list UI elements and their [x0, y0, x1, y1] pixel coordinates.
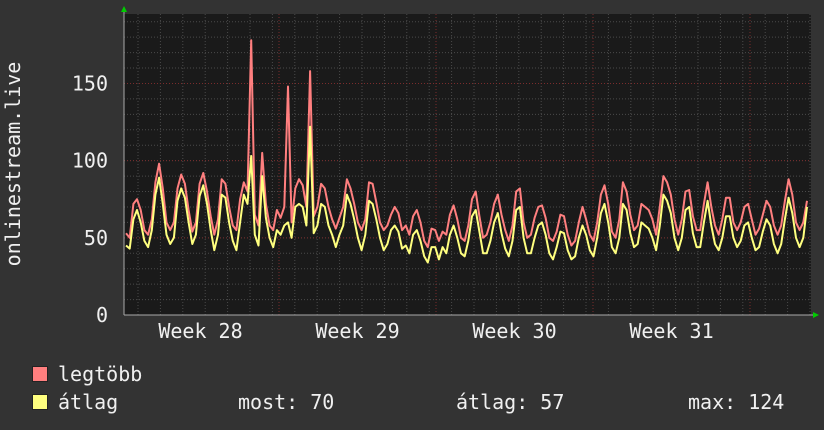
x-axis-arrow-icon: [813, 312, 819, 318]
x-tick-label: Week 28: [158, 319, 242, 343]
x-tick-label: Week 31: [629, 319, 713, 343]
legend-row-max: legtöbb: [0, 362, 824, 386]
y-tick-labels: 0 50 100 150: [72, 71, 108, 327]
y-axis-arrow-icon: [121, 6, 127, 12]
legend-row-avg: átlag most: 70 átlag: 57 max: 124: [0, 390, 824, 414]
legend-swatch-avg: [32, 394, 48, 410]
y-tick-label: 100: [72, 149, 108, 173]
y-tick-label: 0: [96, 303, 108, 327]
stat-max: max: 124: [688, 390, 785, 414]
x-tick-label: Week 30: [472, 319, 556, 343]
legend-label-max: legtöbb: [58, 362, 143, 386]
x-tick-label: Week 29: [315, 319, 399, 343]
legend-swatch-max: [32, 366, 48, 382]
legend-label-avg: átlag: [58, 390, 119, 414]
stat-now: most: 70: [238, 390, 335, 414]
y-tick-label: 150: [72, 71, 108, 95]
line-chart: 0 50 100 150 Week 28 Week 29 Week 30 Week 31 o…: [1, 6, 819, 343]
stat-avg: átlag: 57: [456, 390, 565, 414]
y-tick-label: 50: [84, 226, 108, 250]
x-tick-labels: Week 28 Week 29 Week 30 Week 31: [158, 319, 713, 343]
y-axis-label: onlinestream.live: [1, 62, 25, 267]
plot-area: [124, 14, 811, 315]
